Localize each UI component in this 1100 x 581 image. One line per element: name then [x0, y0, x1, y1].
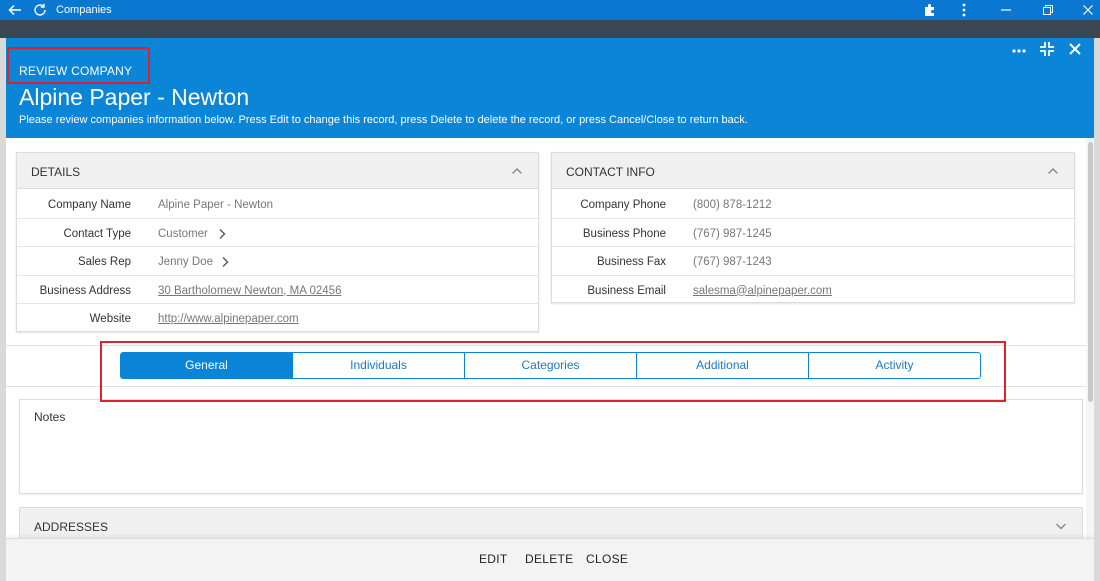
business-fax-value: (767) 987-1243 [693, 256, 772, 268]
details-card: DETAILS Company Name Alpine Paper - Newt… [16, 152, 539, 332]
window-title: Companies [56, 4, 112, 16]
field-label: Business Fax [596, 256, 666, 268]
restore-icon[interactable] [1040, 2, 1056, 18]
chevron-up-icon[interactable] [510, 164, 524, 178]
chevron-up-icon[interactable] [1046, 164, 1060, 178]
company-phone-value: (800) 878-1212 [693, 199, 772, 211]
minimize-icon[interactable] [998, 2, 1014, 18]
website-link[interactable]: http://www.alpinepaper.com [158, 313, 299, 325]
contact-card-header[interactable]: CONTACT INFO [552, 153, 1074, 189]
review-company-modal: REVIEW COMPANY Alpine Paper - Newton Ple… [6, 38, 1094, 581]
addresses-title: ADDRESSES [34, 520, 109, 534]
refresh-icon[interactable] [32, 2, 48, 18]
chevron-right-icon[interactable] [217, 228, 227, 240]
chevron-down-icon[interactable] [1054, 519, 1068, 533]
more-vertical-icon[interactable] [956, 2, 972, 18]
field-label: Sales Rep [77, 256, 131, 268]
business-email-link[interactable]: salesma@alpinepaper.com [693, 285, 832, 297]
annotation-highlight-tabs [100, 341, 1006, 402]
delete-button[interactable]: DELETE [525, 552, 573, 566]
contact-row-business-email: Business Email salesma@alpinepaper.com [552, 276, 1074, 305]
edit-button[interactable]: EDIT [479, 552, 508, 566]
contact-type-value[interactable]: Customer [158, 228, 208, 240]
contact-row-business-phone: Business Phone (767) 987-1245 [552, 219, 1074, 247]
chevron-right-icon[interactable] [220, 256, 230, 268]
field-label: Business Email [587, 284, 666, 297]
details-row-business-address: Business Address 30 Bartholomew Newton, … [17, 276, 538, 304]
sales-rep-value[interactable]: Jenny Doe [158, 256, 213, 268]
background-app-strip [0, 20, 1100, 38]
compress-icon[interactable] [1038, 40, 1056, 58]
contact-info-card: CONTACT INFO Company Phone (800) 878-121… [551, 152, 1075, 303]
contact-row-company-phone: Company Phone (800) 878-1212 [552, 190, 1074, 219]
modal-close-icon[interactable] [1066, 40, 1084, 58]
notes-panel[interactable]: Notes [19, 399, 1083, 494]
details-row-company-name: Company Name Alpine Paper - Newton [17, 190, 538, 219]
field-label: Business Phone [582, 227, 666, 240]
details-card-title: DETAILS [31, 165, 81, 179]
business-address-link[interactable]: 30 Bartholomew Newton, MA 02456 [158, 285, 341, 297]
contact-row-business-fax: Business Fax (767) 987-1243 [552, 247, 1074, 276]
contact-card-title: CONTACT INFO [566, 165, 655, 179]
puzzle-icon[interactable] [922, 2, 938, 18]
modal-header: REVIEW COMPANY Alpine Paper - Newton Ple… [6, 38, 1094, 138]
details-row-website: Website http://www.alpinepaper.com [17, 304, 538, 333]
scrollbar-thumb[interactable] [1088, 142, 1093, 402]
background-right [1094, 38, 1100, 581]
details-row-sales-rep[interactable]: Sales Rep Jenny Doe [17, 247, 538, 276]
close-button[interactable]: CLOSE [586, 552, 628, 566]
field-label: Business Address [39, 284, 131, 297]
back-arrow-icon[interactable] [7, 2, 23, 18]
window-titlebar: Companies [0, 0, 1100, 20]
company-name-value: Alpine Paper - Newton [158, 199, 274, 211]
modal-description: Please review companies information belo… [19, 114, 748, 126]
field-label: Company Name [47, 199, 131, 211]
notes-label: Notes [34, 410, 66, 424]
close-icon[interactable] [1080, 2, 1096, 18]
field-label: Company Phone [580, 199, 666, 211]
modal-content: DETAILS Company Name Alpine Paper - Newt… [6, 138, 1094, 567]
business-phone-value: (767) 987-1245 [693, 227, 772, 240]
field-label: Contact Type [63, 227, 131, 240]
details-card-header[interactable]: DETAILS [17, 153, 538, 189]
annotation-highlight-kicker [7, 47, 150, 84]
field-label: Website [89, 313, 131, 325]
more-horizontal-icon[interactable] [1010, 42, 1028, 60]
details-row-contact-type[interactable]: Contact Type Customer [17, 219, 538, 247]
modal-footer: EDIT DELETE CLOSE [6, 538, 1094, 581]
page-title: Alpine Paper - Newton [19, 84, 250, 110]
